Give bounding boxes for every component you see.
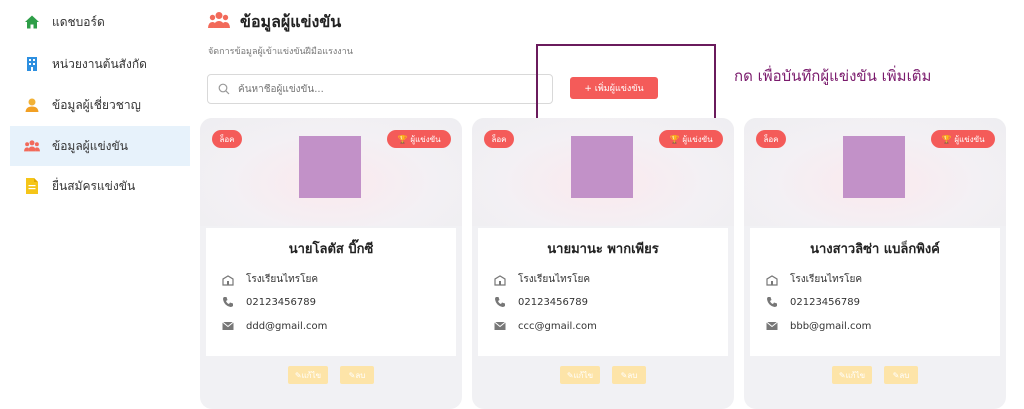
trophy-icon: 🏆 [669, 134, 680, 144]
competitor-name: นางสาวลิซ่า แบล็กพิงค์ [810, 242, 940, 257]
delete-icon: ✎ [892, 370, 900, 380]
sidebar-item-dashboard[interactable]: แดชบอร์ด [10, 2, 190, 42]
role-badge-label: ผู้แข่งขัน [410, 134, 441, 144]
edit-icon: ✎ [566, 370, 574, 380]
sidebar-item-experts[interactable]: ข้อมูลผู้เชี่ยวชาญ [10, 85, 190, 125]
document-icon [24, 178, 40, 194]
email-row: ccc@gmail.com [494, 320, 597, 332]
lock-badge[interactable]: ล็อค [756, 130, 786, 148]
page-subtitle: จัดการข้อมูลผู้เข้าแข่งขันฝีมือแรงงาน [208, 47, 353, 57]
sidebar: แดชบอร์ด หน่วยงานต้นสังกัด ข้อมูลผู้เชี่… [0, 0, 190, 409]
role-badge: 🏆 ผู้แข่งขัน [931, 130, 995, 148]
card-body: นางสาวลิซ่า แบล็กพิงค์ โรงเรียนไทรโยค 02… [750, 228, 1000, 356]
role-badge: 🏆 ผู้แข่งขัน [387, 130, 451, 148]
email-row: bbb@gmail.com [766, 320, 871, 332]
card-body: นายมานะ พากเพียร โรงเรียนไทรโยค 02123456… [478, 228, 728, 356]
school-row: โรงเรียนไทรโยค [766, 272, 862, 287]
phone-row: 02123456789 [222, 296, 316, 308]
profile-photo [843, 136, 905, 198]
competitor-card: ล็อค 🏆 ผู้แข่งขัน นายมานะ พากเพียร โรงเร… [472, 118, 734, 409]
phone-row: 02123456789 [494, 296, 588, 308]
delete-icon: ✎ [620, 370, 628, 380]
profile-photo [299, 136, 361, 198]
trophy-icon: 🏆 [941, 134, 952, 144]
trophy-icon: 🏆 [397, 134, 408, 144]
email-row: ddd@gmail.com [222, 320, 327, 332]
competitor-name: นายโลตัส บิ๊กซี [288, 242, 374, 257]
school-text: โรงเรียนไทรโยค [246, 274, 319, 285]
users-icon [208, 11, 230, 29]
role-badge-label: ผู้แข่งขัน [954, 134, 985, 144]
edit-button[interactable]: ✎ แก้ไข [560, 366, 600, 384]
sidebar-item-agency[interactable]: หน่วยงานต้นสังกัด [10, 44, 190, 84]
phone-icon [494, 296, 506, 308]
role-badge: 🏆 ผู้แข่งขัน [659, 130, 723, 148]
competitor-name: นายมานะ พากเพียร [547, 242, 659, 257]
users-icon [24, 138, 40, 154]
email-text: ddd@gmail.com [246, 320, 328, 332]
phone-text: 02123456789 [246, 296, 316, 308]
sidebar-item-label: ข้อมูลผู้เชี่ยวชาญ [52, 97, 141, 112]
sidebar-item-label: แดชบอร์ด [52, 14, 105, 29]
card-actions: ✎ แก้ไข ✎ ลบ [744, 366, 1006, 386]
phone-text: 02123456789 [518, 296, 588, 308]
envelope-icon [494, 320, 506, 332]
search-input[interactable] [238, 83, 538, 95]
school-text: โรงเรียนไทรโยค [518, 274, 591, 285]
phone-icon [222, 296, 234, 308]
annotation-highlight-box [536, 44, 716, 122]
school-row: โรงเรียนไทรโยค [222, 272, 318, 287]
sidebar-item-label: ข้อมูลผู้แข่งขัน [52, 138, 128, 153]
search-icon [218, 83, 230, 95]
edit-icon: ✎ [294, 370, 302, 380]
sidebar-item-label: หน่วยงานต้นสังกัด [52, 56, 147, 71]
role-badge-label: ผู้แข่งขัน [682, 134, 713, 144]
envelope-icon [222, 320, 234, 332]
competitor-card: ล็อค 🏆 ผู้แข่งขัน นายโลตัส บิ๊กซี โรงเรี… [200, 118, 462, 409]
page-title: ข้อมูลผู้แข่งขัน [240, 12, 342, 31]
envelope-icon [766, 320, 778, 332]
phone-row: 02123456789 [766, 296, 860, 308]
school-icon [494, 274, 506, 286]
building-icon [24, 56, 40, 72]
edit-button[interactable]: ✎ แก้ไข [288, 366, 328, 384]
edit-icon: ✎ [838, 370, 846, 380]
search-box[interactable] [207, 74, 553, 104]
phone-icon [766, 296, 778, 308]
profile-photo [571, 136, 633, 198]
school-row: โรงเรียนไทรโยค [494, 272, 590, 287]
email-text: ccc@gmail.com [518, 320, 597, 332]
app-root: แดชบอร์ด หน่วยงานต้นสังกัด ข้อมูลผู้เชี่… [0, 0, 1024, 409]
competitor-card: ล็อค 🏆 ผู้แข่งขัน นางสาวลิซ่า แบล็กพิงค์… [744, 118, 1006, 409]
expert-icon [24, 97, 40, 113]
school-icon [222, 274, 234, 286]
sidebar-item-apply[interactable]: ยื่นสมัครแข่งขัน [10, 166, 190, 206]
lock-badge[interactable]: ล็อค [484, 130, 514, 148]
sidebar-item-label: ยื่นสมัครแข่งขัน [52, 178, 136, 193]
delete-button[interactable]: ✎ ลบ [340, 366, 374, 384]
annotation-text: กด เพื่อบันทึกผู้แข่งขัน เพิ่มเติม [734, 67, 932, 85]
email-text: bbb@gmail.com [790, 320, 872, 332]
delete-icon: ✎ [348, 370, 356, 380]
school-text: โรงเรียนไทรโยค [790, 274, 863, 285]
delete-button[interactable]: ✎ ลบ [884, 366, 918, 384]
card-actions: ✎ แก้ไข ✎ ลบ [200, 366, 462, 386]
card-actions: ✎ แก้ไข ✎ ลบ [472, 366, 734, 386]
sidebar-item-competitors[interactable]: ข้อมูลผู้แข่งขัน [10, 126, 190, 166]
school-icon [766, 274, 778, 286]
card-body: นายโลตัส บิ๊กซี โรงเรียนไทรโยค 021234567… [206, 228, 456, 356]
home-icon [24, 14, 40, 30]
phone-text: 02123456789 [790, 296, 860, 308]
lock-badge[interactable]: ล็อค [212, 130, 242, 148]
edit-button[interactable]: ✎ แก้ไข [832, 366, 872, 384]
delete-button[interactable]: ✎ ลบ [612, 366, 646, 384]
